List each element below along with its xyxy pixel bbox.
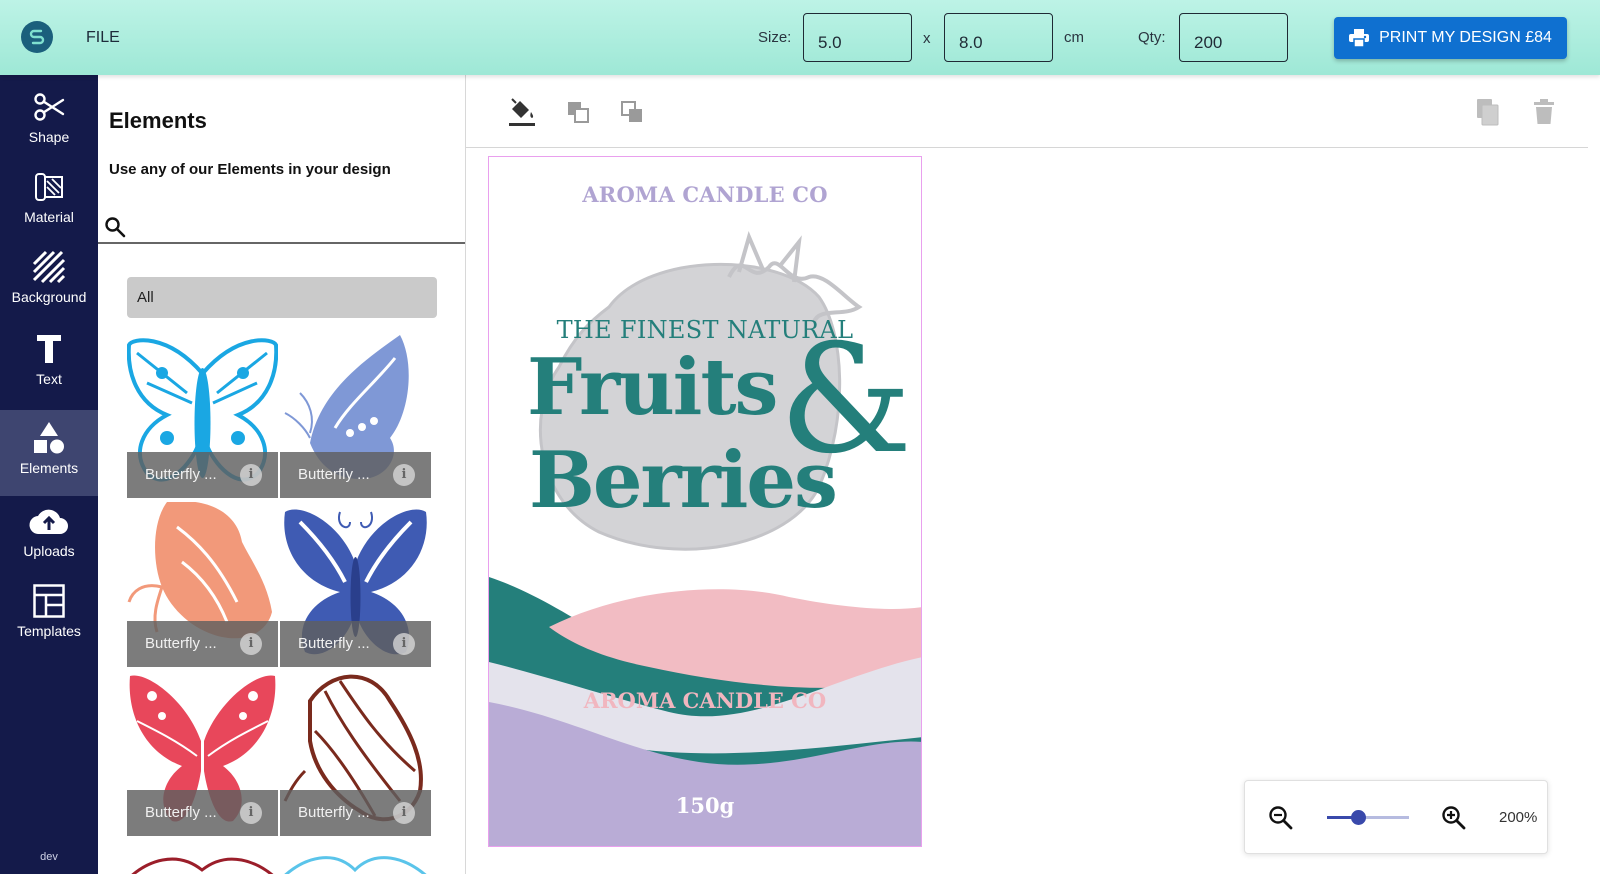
element-tile[interactable]: Butterfly ... i <box>127 502 278 667</box>
nav-elements-label: Elements <box>19 460 79 476</box>
element-tile[interactable]: Butterfly ... i <box>127 333 278 498</box>
size-label: Size: <box>758 29 792 46</box>
height-input[interactable] <box>944 13 1053 62</box>
times-label: x <box>923 30 931 47</box>
template-icon <box>33 583 65 619</box>
info-icon[interactable]: i <box>393 464 415 486</box>
qty-label: Qty: <box>1138 29 1166 46</box>
panel-title: Elements <box>109 108 207 133</box>
zoom-slider-handle[interactable] <box>1351 810 1367 825</box>
fill-bucket-icon[interactable] <box>506 95 538 129</box>
stripes-icon <box>32 249 66 285</box>
search-icon[interactable] <box>104 216 126 238</box>
info-icon[interactable]: i <box>240 633 262 655</box>
brand-bottom-text[interactable]: AROMA CANDLE CO <box>489 688 921 713</box>
app-logo-icon[interactable] <box>21 21 53 53</box>
info-icon[interactable]: i <box>393 802 415 824</box>
qty-input[interactable] <box>1179 13 1288 62</box>
element-tile[interactable] <box>280 840 431 874</box>
element-tile[interactable]: Butterfly ... i <box>280 671 431 836</box>
zoom-control: 200% <box>1244 780 1548 854</box>
category-filter[interactable]: All <box>127 277 437 318</box>
nav-elements[interactable]: Elements <box>0 410 98 496</box>
print-design-button[interactable]: PRINT MY DESIGN £84 <box>1334 17 1567 59</box>
top-bar: FILE Size: x cm Qty: PRINT MY DESIGN £84 <box>0 0 1600 75</box>
page-scrollbar[interactable] <box>1588 75 1600 874</box>
printer-icon <box>1349 29 1370 47</box>
nav-uploads[interactable]: Uploads <box>0 503 98 577</box>
panel-subtitle: Use any of our Elements in your design <box>109 161 391 178</box>
element-tile[interactable]: Butterfly ... i <box>127 671 278 836</box>
unit-label: cm <box>1064 29 1084 46</box>
nav-text[interactable]: Text <box>0 331 98 403</box>
label-design[interactable]: AROMA CANDLE CO THE FINEST NATURAL Fruit… <box>488 156 922 847</box>
search-bar <box>98 208 465 244</box>
print-design-label: PRINT MY DESIGN £84 <box>1379 29 1552 46</box>
material-icon <box>34 169 64 205</box>
zoom-value: 200% <box>1499 809 1538 826</box>
elements-panel: Elements Use any of our Elements in your… <box>98 75 466 874</box>
nav-templates-label: Templates <box>17 623 81 639</box>
butterfly-sky-icon <box>284 856 427 874</box>
info-icon[interactable]: i <box>240 464 262 486</box>
send-backward-icon[interactable] <box>616 95 648 129</box>
scissors-icon <box>33 89 65 125</box>
headline-fruits[interactable]: Fruits <box>527 349 778 427</box>
canvas-toolbar <box>466 75 1600 148</box>
file-menu[interactable]: FILE <box>86 29 120 47</box>
nav-templates[interactable]: Templates <box>0 583 98 665</box>
info-icon[interactable]: i <box>393 633 415 655</box>
dev-label: dev <box>40 851 58 863</box>
text-icon <box>36 331 62 367</box>
left-nav: Shape Material Background Text Elements … <box>0 75 98 874</box>
cloud-upload-icon <box>29 503 69 539</box>
zoom-in-icon[interactable] <box>1441 805 1467 831</box>
bring-forward-icon[interactable] <box>562 95 594 129</box>
info-icon[interactable]: i <box>240 802 262 824</box>
delete-icon[interactable] <box>1528 95 1560 129</box>
zoom-slider[interactable] <box>1327 810 1409 825</box>
nav-shape-label: Shape <box>28 129 70 145</box>
nav-text-label: Text <box>36 371 62 387</box>
nav-material-label: Material <box>24 209 74 225</box>
nav-material[interactable]: Material <box>0 169 98 241</box>
element-tile[interactable]: Butterfly ... i <box>280 333 431 498</box>
duplicate-icon[interactable] <box>1472 95 1504 129</box>
search-input[interactable] <box>130 212 450 238</box>
nav-uploads-label: Uploads <box>23 543 75 559</box>
element-tile[interactable] <box>127 840 278 874</box>
nav-background[interactable]: Background <box>0 249 98 329</box>
width-input[interactable] <box>803 13 912 62</box>
weight-text[interactable]: 150g <box>489 793 921 818</box>
nav-shape[interactable]: Shape <box>0 89 98 159</box>
nav-background-label: Background <box>11 289 87 305</box>
headline-berries[interactable]: Berries <box>529 442 838 520</box>
zoom-out-icon[interactable] <box>1268 805 1294 831</box>
element-tile[interactable]: Butterfly ... i <box>280 502 431 667</box>
butterfly-maroon-icon <box>131 857 274 874</box>
shapes-icon <box>32 420 66 456</box>
brand-top-text[interactable]: AROMA CANDLE CO <box>489 182 921 207</box>
